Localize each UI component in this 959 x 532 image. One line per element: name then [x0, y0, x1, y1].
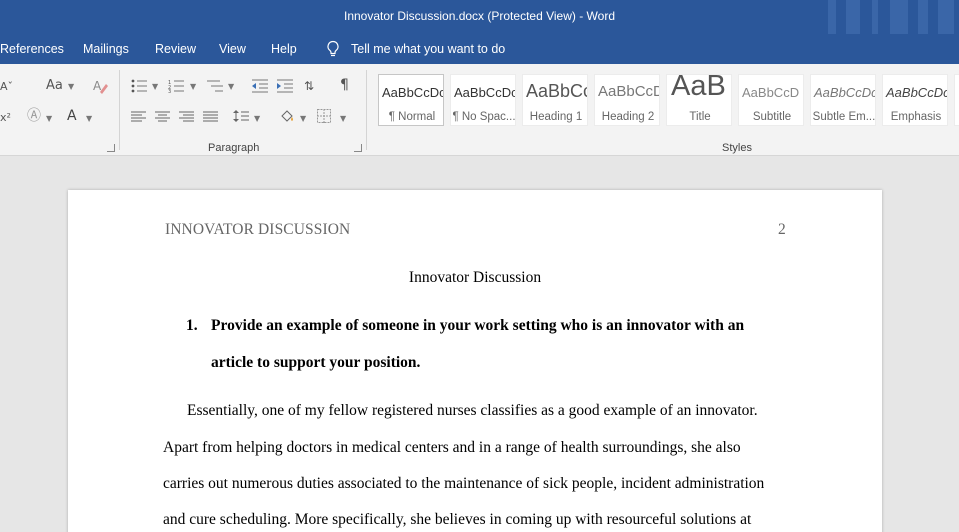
chevron-down-icon[interactable]: ▼ — [228, 82, 234, 91]
styles-gallery: AaBbCcDc ¶ Normal AaBbCcDc ¶ No Spac... … — [374, 72, 959, 132]
svg-text:3: 3 — [168, 89, 171, 93]
question-line: Provide an example of someone in your wo… — [211, 317, 745, 334]
align-left-icon[interactable] — [131, 111, 147, 123]
style-subtitle[interactable]: AaBbCcD Subtitle — [738, 74, 804, 126]
subscript-icon[interactable]: x² — [0, 111, 11, 125]
tab-review[interactable]: Review — [155, 42, 196, 56]
line-spacing-icon[interactable] — [233, 109, 249, 123]
running-header: INNOVATOR DISCUSSION — [165, 221, 351, 238]
style-name: Heading 2 — [601, 111, 655, 123]
chevron-down-icon[interactable]: ▼ — [254, 114, 260, 123]
tab-mailings[interactable]: Mailings — [83, 42, 129, 56]
group-divider — [366, 70, 367, 150]
text-effects-icon[interactable]: Ⓐ — [27, 109, 41, 123]
show-formatting-marks-icon[interactable]: ¶ — [340, 78, 349, 92]
styles-group-label: Styles — [722, 142, 752, 154]
style-name: Subtle Em... — [812, 111, 876, 123]
style-sample: AaBbCcDc — [886, 85, 948, 100]
decrease-indent-icon[interactable] — [251, 79, 269, 93]
style-subtle-emphasis[interactable]: AaBbCcDc Subtle Em... — [810, 74, 876, 126]
style-name: ¶ Normal — [388, 111, 436, 123]
justify-icon[interactable] — [203, 111, 219, 123]
numbering-icon[interactable]: 123 — [168, 79, 186, 93]
style-name: Title — [689, 111, 711, 123]
tab-view[interactable]: View — [219, 42, 246, 56]
document-canvas[interactable]: INNOVATOR DISCUSSION 2 Innovator Discuss… — [0, 157, 959, 532]
paragraph-dialog-launcher-icon[interactable] — [354, 144, 362, 152]
style-title[interactable]: AaB Title — [666, 74, 732, 126]
lightbulb-icon[interactable] — [325, 40, 341, 58]
style-name: Emphasis — [890, 111, 942, 123]
style-name: Heading 1 — [529, 111, 583, 123]
borders-icon[interactable] — [317, 109, 331, 123]
style-sample: AaB — [671, 74, 726, 102]
question-number: 1. — [186, 317, 198, 334]
window-title: Innovator Discussion.docx (Protected Vie… — [343, 9, 615, 23]
shading-icon[interactable] — [279, 108, 295, 124]
tab-references[interactable]: References — [0, 42, 64, 56]
multilevel-list-icon[interactable] — [206, 79, 224, 93]
chevron-down-icon[interactable]: ▼ — [86, 114, 92, 123]
shrink-font-icon[interactable]: Aˇ — [0, 80, 13, 94]
body-line: Apart from helping doctors in medical ce… — [163, 439, 741, 456]
sort-icon[interactable]: ⇅ — [304, 79, 314, 93]
document-page[interactable]: INNOVATOR DISCUSSION 2 Innovator Discuss… — [68, 190, 882, 532]
style-sample: AaBbCcD — [598, 83, 660, 100]
chevron-down-icon[interactable]: ▼ — [300, 114, 306, 123]
style-heading-1[interactable]: AaBbCc Heading 1 — [522, 74, 588, 126]
tell-me-search[interactable]: Tell me what you want to do — [351, 42, 505, 56]
bullets-icon[interactable] — [131, 79, 149, 93]
body-line: and cure scheduling. More specifically, … — [163, 511, 752, 528]
align-center-icon[interactable] — [155, 111, 171, 123]
chevron-down-icon[interactable]: ▼ — [152, 82, 158, 91]
ribbon: Aˇ Aa ▼ A x² Ⓐ ▼ A ▼ ▼ 123 ▼ ▼ ⇅ ¶ ▼ ▼ ▼… — [0, 64, 959, 156]
chevron-down-icon[interactable]: ▼ — [340, 114, 346, 123]
align-right-icon[interactable] — [179, 111, 195, 123]
style-sample: AaBbCcDc — [454, 85, 516, 100]
tab-help[interactable]: Help — [271, 42, 297, 56]
title-bar: Innovator Discussion.docx (Protected Vie… — [0, 0, 959, 34]
chevron-down-icon[interactable]: ▼ — [190, 82, 196, 91]
increase-indent-icon[interactable] — [276, 79, 294, 93]
body-line: carries out numerous duties associated t… — [163, 475, 765, 492]
question-line: article to support your position. — [211, 354, 421, 371]
font-dialog-launcher-icon[interactable] — [107, 144, 115, 152]
paragraph-group-label: Paragraph — [208, 142, 260, 154]
style-sample: AaBbCcDc — [814, 85, 876, 100]
chevron-down-icon[interactable]: ▼ — [68, 82, 74, 91]
style-sample: AaBbCcDc — [382, 85, 444, 100]
group-divider — [119, 70, 120, 150]
style-normal[interactable]: AaBbCcDc ¶ Normal — [378, 74, 444, 126]
style-emphasis[interactable]: AaBbCcDc Emphasis — [882, 74, 948, 126]
font-color-button[interactable]: A — [67, 109, 77, 123]
style-heading-2[interactable]: AaBbCcD Heading 2 — [594, 74, 660, 126]
style-name: ¶ No Spac... — [452, 111, 516, 123]
ribbon-tabs: References Mailings Review View Help Tel… — [0, 34, 959, 64]
chevron-down-icon[interactable]: ▼ — [46, 114, 52, 123]
change-case-button[interactable]: Aa — [46, 79, 63, 93]
clear-formatting-icon[interactable]: A — [92, 78, 108, 94]
svg-text:A: A — [93, 79, 102, 93]
style-no-spacing[interactable]: AaBbCcDc ¶ No Spac... — [450, 74, 516, 126]
style-sample: AaBbCc — [526, 81, 588, 101]
document-title: Innovator Discussion — [408, 269, 542, 286]
body-line: Essentially, one of my fellow registered… — [187, 402, 758, 419]
page-number: 2 — [778, 221, 786, 238]
style-overflow[interactable] — [954, 74, 959, 126]
style-name: Subtitle — [752, 111, 792, 123]
style-sample: AaBbCcD — [742, 85, 800, 100]
